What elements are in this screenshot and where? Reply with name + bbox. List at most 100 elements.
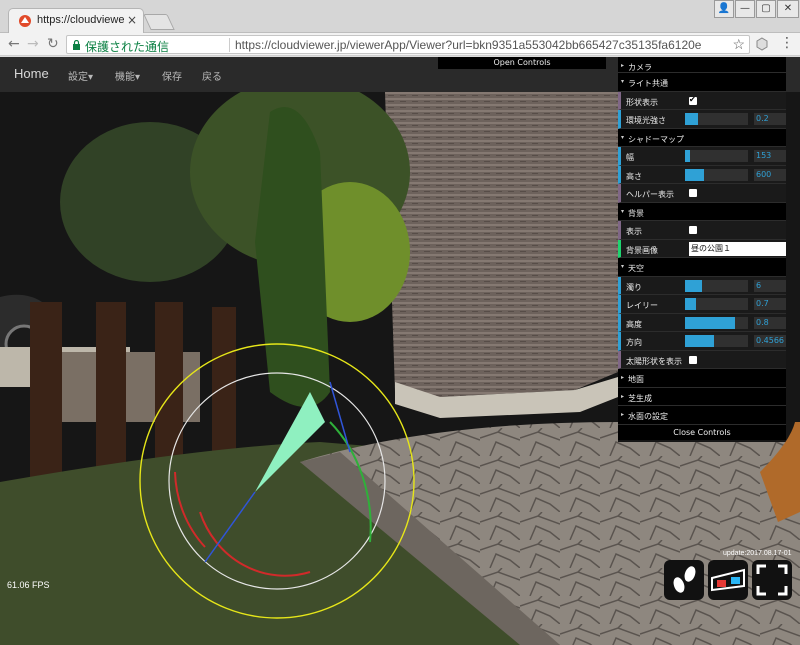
close-controls-button[interactable]: Close Controls — [618, 424, 786, 440]
direction-slider[interactable] — [685, 335, 748, 347]
height-label: 高さ — [626, 171, 642, 181]
row-direction: 方向 0.4566 — [618, 332, 786, 351]
omnibox-separator — [229, 38, 230, 52]
maximize-button[interactable]: ▢ — [756, 0, 776, 18]
folder-background[interactable]: ▾ 背景 — [618, 202, 786, 221]
env-light-label: 環境光強さ — [626, 116, 666, 125]
3d-glasses-icon — [711, 568, 745, 592]
direction-input[interactable]: 0.4566 — [754, 335, 786, 347]
folder-ground[interactable]: ▸ 地面 — [618, 369, 786, 388]
row-altitude: 高度 0.8 — [618, 313, 786, 332]
reload-icon[interactable]: ↻ — [47, 36, 59, 52]
folder-sky[interactable]: ▾ 天空 — [618, 258, 786, 277]
functions-menu[interactable]: 機能▾ — [115, 68, 140, 83]
sun-shape-checkbox[interactable] — [689, 355, 697, 364]
altitude-label: 高度 — [626, 319, 642, 329]
close-window-button[interactable]: ✕ — [777, 0, 799, 18]
width-label: 幅 — [626, 153, 634, 162]
row-shape-display: 形状表示 ✔ — [618, 91, 786, 110]
folder-arrow-icon: ▾ — [621, 263, 625, 270]
fps-counter: 61.06 FPS — [7, 580, 50, 590]
turbidity-input[interactable]: 6 — [754, 279, 786, 292]
update-label: update:2017.08.17-01 — [723, 550, 792, 557]
folder-water-label: 水面の設定 — [628, 412, 668, 421]
bg-image-label: 背景画像 — [626, 245, 658, 255]
settings-menu[interactable]: 設定▾ — [68, 68, 93, 83]
home-link[interactable]: Home — [14, 66, 49, 81]
fullscreen-button[interactable] — [752, 560, 792, 600]
folder-arrow-icon: ▾ — [621, 207, 625, 215]
folder-vegetation-label: 芝生成 — [628, 393, 652, 403]
folder-shadow[interactable]: ▾ シャドーマップ — [618, 128, 786, 147]
height-input[interactable]: 600 — [754, 168, 786, 181]
width-input[interactable]: 153 — [754, 150, 786, 162]
footprint-icon — [673, 566, 696, 593]
tab-title: https://cloudviewer.jp — [37, 14, 125, 26]
bg-display-label: 表示 — [626, 227, 642, 236]
bg-display-checkbox[interactable] — [689, 226, 697, 234]
shape-display-checkbox[interactable]: ✔ — [689, 94, 697, 105]
folder-arrow-icon: ▸ — [621, 411, 625, 418]
folder-light-label: ライト共通 — [628, 79, 668, 88]
folder-background-label: 背景 — [628, 208, 644, 218]
rayleigh-slider[interactable] — [685, 298, 748, 310]
turbidity-slider[interactable] — [685, 279, 748, 292]
bg-image-input[interactable]: 昼の公園１ — [689, 241, 786, 256]
profile-icon[interactable]: 👤 — [714, 0, 734, 18]
secure-label: 保護された通信 — [85, 40, 170, 54]
row-sun-shape: 太陽形状を表示 — [618, 350, 786, 369]
shape-display-label: 形状表示 — [626, 97, 658, 107]
open-controls-button[interactable]: Open Controls — [438, 57, 606, 69]
tab-close-icon[interactable]: × — [127, 13, 137, 27]
row-env-light: 環境光強さ 0.2 — [618, 110, 786, 129]
stereo-mode-button[interactable] — [708, 560, 748, 600]
helper-label: ヘルパー表示 — [626, 190, 674, 199]
walk-mode-button[interactable] — [664, 560, 704, 600]
row-turbidity: 濁り 6 — [618, 276, 786, 295]
folder-arrow-icon: ▾ — [621, 133, 625, 141]
folder-arrow-icon: ▸ — [621, 62, 625, 69]
env-light-input[interactable]: 0.2 — [754, 113, 786, 125]
sun-shape-label: 太陽形状を表示 — [626, 356, 682, 366]
cloudviewer-favicon-icon — [19, 15, 31, 27]
bookmark-star-icon[interactable]: ☆ — [732, 36, 745, 53]
checkmark-icon: ✔ — [689, 94, 696, 104]
row-helper: ヘルパー表示 — [618, 184, 786, 203]
fullscreen-icon — [756, 564, 788, 596]
altitude-slider[interactable] — [685, 316, 748, 329]
folder-light[interactable]: ▾ ライト共通 — [618, 73, 786, 92]
lock-icon — [73, 40, 80, 50]
row-rayleigh: レイリー 0.7 — [618, 295, 786, 314]
new-tab-button[interactable] — [143, 14, 175, 30]
browser-titlebar: https://cloudviewer.jp × 👤 — ▢ ✕ — [0, 0, 800, 33]
env-light-slider[interactable] — [685, 113, 748, 125]
url-text[interactable]: https://cloudviewer.jp/viewerApp/Viewer?… — [235, 38, 735, 52]
altitude-input[interactable]: 0.8 — [754, 316, 786, 329]
row-height: 高さ 600 — [618, 165, 786, 184]
folder-arrow-icon: ▸ — [621, 392, 625, 400]
folder-ground-label: 地面 — [628, 375, 644, 384]
helper-checkbox[interactable] — [689, 189, 697, 197]
save-menu[interactable]: 保存 — [162, 68, 182, 83]
menu-dots-icon[interactable]: ⋮ — [780, 35, 794, 51]
height-slider[interactable] — [685, 168, 748, 181]
folder-water[interactable]: ▸ 水面の設定 — [618, 406, 786, 425]
folder-vegetation[interactable]: ▸ 芝生成 — [618, 387, 786, 406]
back-menu[interactable]: 戻る — [202, 68, 222, 83]
direction-label: 方向 — [626, 338, 642, 347]
extension-icon[interactable] — [755, 37, 769, 51]
folder-arrow-icon: ▸ — [621, 374, 625, 381]
rayleigh-label: レイリー — [626, 301, 658, 310]
turbidity-label: 濁り — [626, 282, 642, 292]
row-width: 幅 153 — [618, 147, 786, 166]
folder-shadow-label: シャドーマップ — [628, 134, 684, 144]
rayleigh-input[interactable]: 0.7 — [754, 298, 786, 310]
back-arrow-icon[interactable]: ← — [8, 36, 20, 52]
folder-camera[interactable]: ▸ カメラ — [618, 57, 786, 73]
address-bar[interactable]: 保護された通信 https://cloudviewer.jp/viewerApp… — [66, 35, 750, 54]
browser-tab[interactable]: https://cloudviewer.jp × — [8, 8, 144, 33]
forward-arrow-icon[interactable]: → — [27, 36, 39, 52]
minimize-button[interactable]: — — [735, 0, 755, 18]
width-slider[interactable] — [685, 150, 748, 162]
folder-sky-label: 天空 — [628, 264, 644, 273]
